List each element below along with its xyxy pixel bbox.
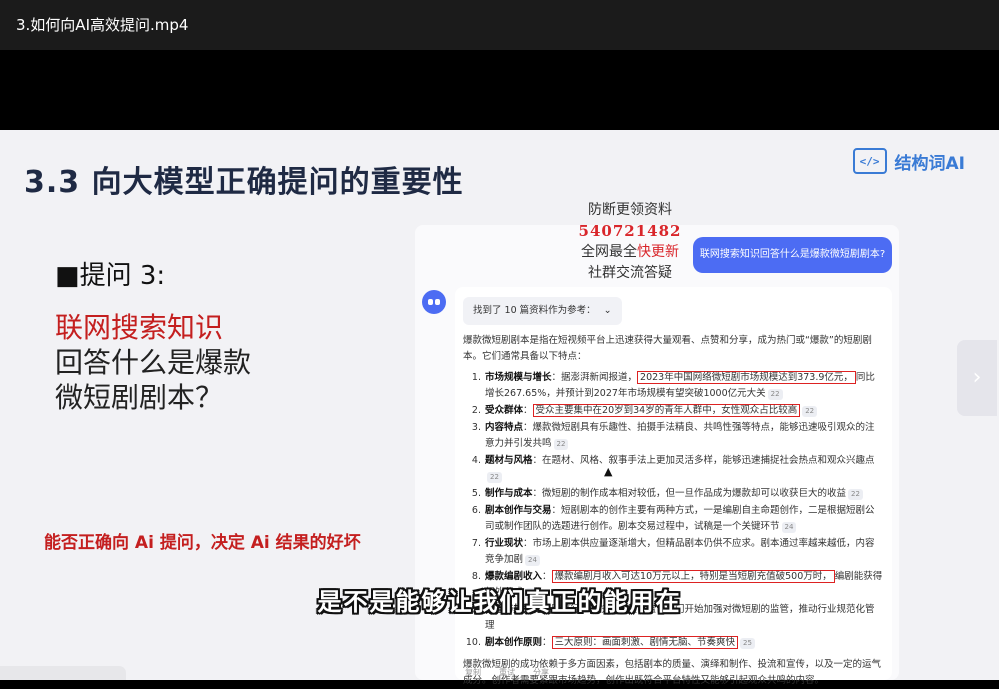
citation-badge[interactable]: 24 — [525, 555, 540, 566]
list-number: 1. — [471, 372, 481, 383]
item-text: 市场上剧本供应量逐渐增大，但精品剧本仍供不应求。剧本通过率越来越低，内容竞争加剧 — [485, 538, 875, 565]
references-label: 找到了 10 篇资料作为参考： — [473, 305, 596, 316]
item-key: 剧本创作原则 — [485, 637, 543, 648]
citation-badge[interactable]: 25 — [740, 638, 755, 649]
citation-badge[interactable]: 24 — [781, 522, 797, 533]
watermark-line1: 防断更领资料 — [588, 202, 672, 218]
item-key: 爆款编剧收入 — [485, 571, 543, 582]
list-number: 6. — [471, 505, 481, 516]
list-body: 市场规模与增长：据澎湃新闻报道， 2023年中国网络微短剧市场规模达到373.9亿… — [485, 370, 884, 402]
item-key: 题材与风格 — [485, 455, 533, 466]
watermark-line3-pre: 全网最全 — [581, 244, 637, 260]
answer-list-item: 7. 行业现状：市场上剧本供应量逐渐增大，但精品剧本仍供不应求。剧本通过率越来越低… — [463, 536, 884, 568]
item-key: 受众群体 — [485, 405, 524, 416]
chevron-down-icon: ⌄ — [603, 305, 612, 316]
answer-list-item: 6. 剧本创作与交易：短剧剧本的创作主要有两种方式，一是编剧自主命题创作，二是根据… — [463, 503, 884, 535]
list-body: 剧本创作原则： 三大原则：画面刺激、剧情无脑、节奏爽快 25 — [485, 635, 884, 651]
item-pre: ： — [532, 455, 543, 466]
highlighted-text: 2023年中国网络微短剧市场规模达到373.9亿元， — [637, 371, 856, 384]
assistant-avatar-icon — [422, 290, 446, 314]
highlighted-text: 三大原则：画面刺激、剧情无脑、节奏爽快 — [551, 636, 739, 649]
item-pre: ： — [542, 571, 552, 582]
video-title: 3.如何向AI高效提问.mp4 — [16, 16, 189, 34]
slide: 3.3 向大模型正确提问的重要性 </> 结构词AI 防断更领资料 540721… — [0, 130, 999, 686]
video-letterbox — [0, 50, 999, 130]
next-slide-button[interactable]: › — [957, 340, 997, 416]
answer-intro: 爆款微短剧剧本是指在短视频平台上迅速获得大量观看、点赞和分享，成为热门或“爆款”… — [463, 335, 872, 362]
item-pre: ： — [523, 538, 533, 549]
list-body: 题材与风格：在题材、风格、叙事手法上更加灵活多样，能够迅速捕捉社会热点和观众兴趣… — [485, 453, 884, 485]
answer-list-item: 1. 市场规模与增长：据澎湃新闻报道， 2023年中国网络微短剧市场规模达到373.… — [463, 370, 884, 402]
player-progress-bar[interactable] — [0, 666, 126, 680]
highlighted-text: 受众主要集中在20岁到34岁的青年人群中，女性观众占比较高 — [532, 404, 801, 417]
watermark-line3-red: 快更新 — [637, 244, 679, 260]
item-text: 微短剧的制作成本相对较低，但一旦作品成为爆款却可以收获巨大的收益 — [542, 488, 847, 499]
list-number: 3. — [471, 422, 481, 433]
answer-list-item: 3. 内容特点：爆款微短剧具有乐趣性、拍摄手法精良、共鸣性强等特点，能够迅速吸引观… — [463, 420, 884, 452]
citation-badge[interactable]: 22 — [487, 472, 502, 483]
item-key: 内容特点 — [485, 422, 524, 433]
question-label: ■提问 3: — [55, 261, 166, 291]
item-text: 在题材、风格、叙事手法上更加灵活多样，能够迅速捕捉社会热点和观众兴趣点 — [542, 455, 875, 466]
item-key: 市场规模与增长 — [485, 372, 552, 383]
brand-name: 结构词AI — [894, 153, 965, 174]
item-key: 行业现状 — [485, 538, 524, 549]
item-text: 爆款微短剧具有乐趣性、拍摄手法精良、共鸣性强等特点，能够迅速吸引观众的注意力并引… — [485, 422, 875, 449]
question-red: 联网搜索知识 — [55, 311, 224, 344]
item-pre: ： — [523, 422, 533, 433]
list-body: 制作与成本：微短剧的制作成本相对较低，但一旦作品成为爆款却可以收获巨大的收益 22 — [485, 486, 884, 502]
mouse-cursor-icon: ▲ — [604, 465, 613, 478]
item-pre: ： — [542, 637, 552, 648]
video-title-bar: 3.如何向AI高效提问.mp4 — [0, 0, 999, 50]
citation-badge[interactable]: 22 — [802, 406, 818, 417]
list-number: 10. — [465, 637, 481, 648]
list-body: 行业现状：市场上剧本供应量逐渐增大，但精品剧本仍供不应求。剧本通过率越来越低，内… — [485, 536, 884, 568]
retry-button[interactable]: 重试 — [499, 667, 515, 678]
item-pre: ： — [532, 488, 543, 499]
user-message: 联网搜索知识回答什么是爆款微短剧剧本? — [693, 237, 892, 273]
slide-note: 能否正确向 Ai 提问，决定 Ai 结果的好坏 — [44, 533, 361, 553]
list-body: 内容特点：爆款微短剧具有乐趣性、拍摄手法精良、共鸣性强等特点，能够迅速吸引观众的… — [485, 420, 884, 452]
citation-badge[interactable]: 22 — [553, 439, 569, 450]
answer-toolbar: 复制 重试 分享 — [465, 667, 549, 678]
code-icon: </> — [852, 148, 887, 174]
brand: </> 结构词AI — [852, 148, 965, 174]
answer-list-item: 2. 受众群体： 受众主要集中在20岁到34岁的青年人群中，女性观众占比较高 22 — [463, 403, 884, 419]
copy-button[interactable]: 复制 — [465, 667, 481, 678]
list-number: 5. — [471, 488, 481, 499]
item-key: 制作与成本 — [485, 488, 533, 499]
list-body: 剧本创作与交易：短剧剧本的创作主要有两种方式，一是编剧自主命题创作，二是根据短剧… — [485, 503, 884, 535]
citation-badge[interactable]: 22 — [767, 389, 783, 400]
list-number: 7. — [471, 538, 481, 549]
answer-list-item: 5. 制作与成本：微短剧的制作成本相对较低，但一旦作品成为爆款却可以收获巨大的收益… — [463, 486, 884, 502]
list-number: 2. — [471, 405, 481, 416]
question-text: 联网搜索知识 回答什么是爆款微短剧剧本？ — [55, 310, 275, 415]
assistant-answer: 找到了 10 篇资料作为参考： ⌄ 爆款微短剧剧本是指在短视频平台上迅速获得大量… — [455, 287, 892, 686]
answer-list-item: 10. 剧本创作原则： 三大原则：画面刺激、剧情无脑、节奏爽快 25 — [463, 635, 884, 651]
item-key: 剧本创作与交易 — [485, 505, 552, 516]
list-body: 受众群体： 受众主要集中在20岁到34岁的青年人群中，女性观众占比较高 22 — [485, 403, 884, 419]
item-pre: ： — [551, 505, 562, 516]
citation-badge[interactable]: 22 — [848, 489, 863, 500]
answer-list-item: 4. 题材与风格：在题材、风格、叙事手法上更加灵活多样，能够迅速捕捉社会热点和观众… — [463, 453, 884, 485]
item-pre: ： — [523, 405, 533, 416]
video-subtitle: 是不是能够让我们真正的能用在 — [317, 588, 682, 616]
question-rest: 回答什么是爆款微短剧剧本？ — [55, 346, 252, 414]
list-number: 4. — [471, 455, 481, 466]
slide-title: 3.3 向大模型正确提问的重要性 — [24, 165, 464, 200]
references-dropdown[interactable]: 找到了 10 篇资料作为参考： ⌄ — [463, 297, 622, 325]
share-button[interactable]: 分享 — [533, 667, 549, 678]
item-pre: ：据澎湃新闻报道， — [551, 372, 638, 383]
